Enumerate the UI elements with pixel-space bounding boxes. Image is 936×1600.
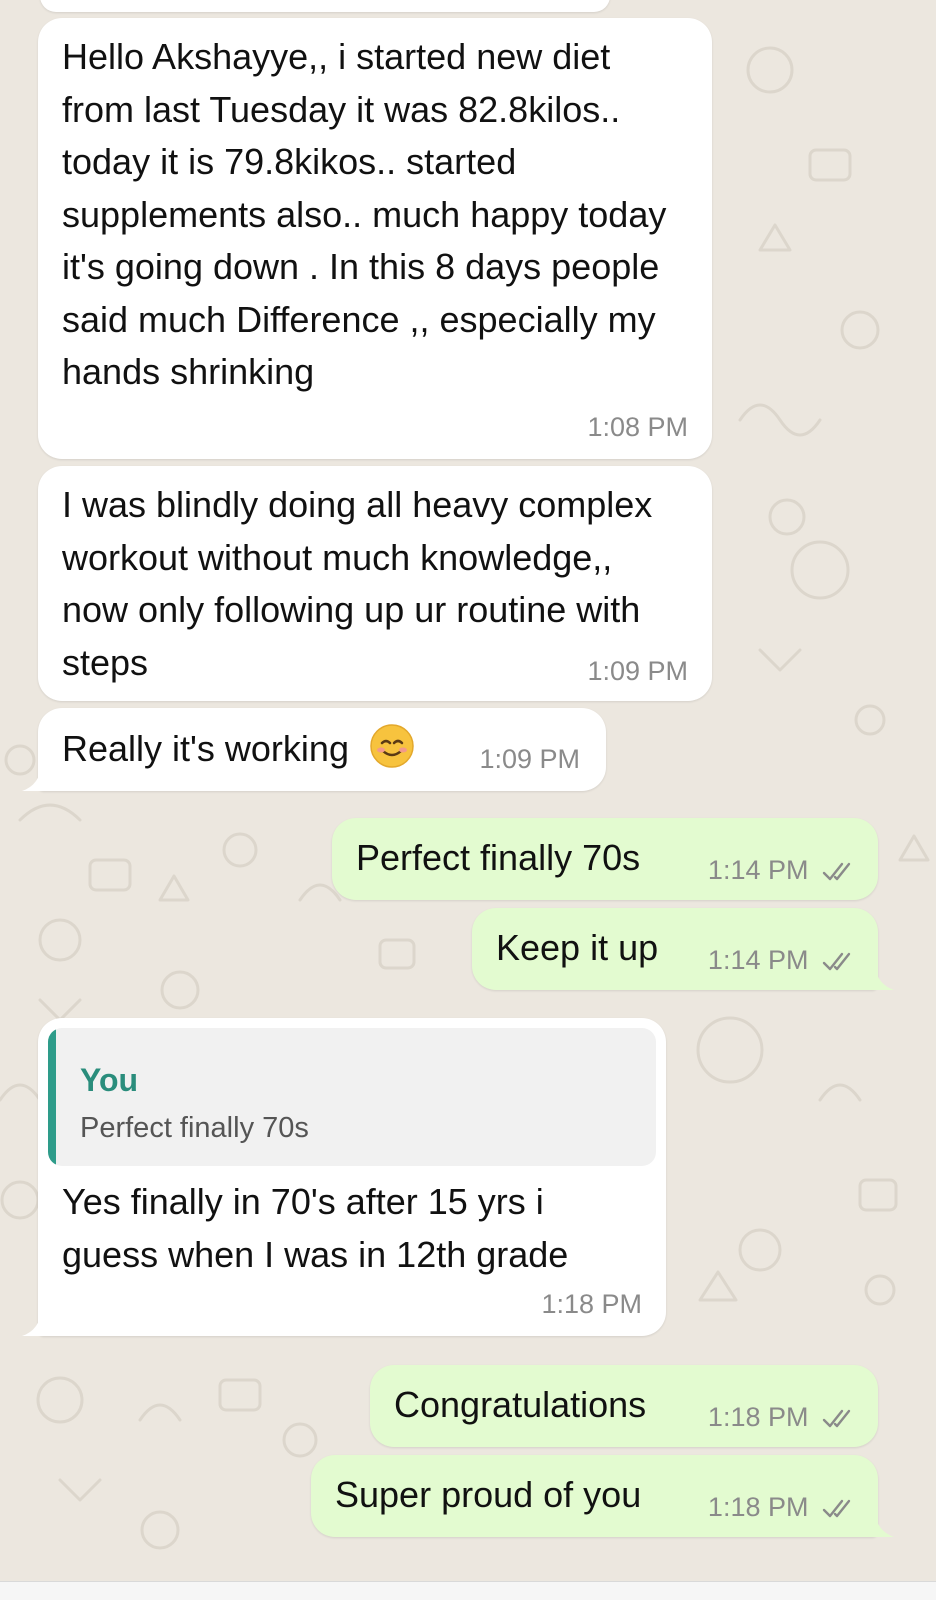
message-meta: 1:18 PM [708, 1402, 856, 1433]
message-time: 1:08 PM [587, 412, 688, 442]
message-time: 1:09 PM [479, 744, 580, 774]
quote-author: You [80, 1062, 139, 1098]
bubble-tail [22, 763, 50, 791]
outgoing-message-bubble[interactable]: Keep it up 1:14 PM [472, 908, 894, 990]
read-ticks-icon [822, 862, 851, 881]
message-text: Hello Akshayye,, i started new diet from… [62, 36, 667, 392]
message-time: 1:09 PM [587, 656, 688, 686]
bubble-tail [22, 1308, 50, 1336]
incoming-message-bubble[interactable]: Hello Akshayye,, i started new diet from… [38, 18, 712, 459]
message-meta: 1:14 PM [708, 855, 856, 886]
message-text: I was blindly doing all heavy complex wo… [62, 484, 653, 683]
incoming-message-bubble[interactable]: I was blindly doing all heavy complex wo… [38, 466, 712, 701]
incoming-message-bubble[interactable]: Really it's working 1:09 PM [22, 708, 606, 791]
message-meta: 1:18 PM [708, 1492, 856, 1523]
message-text: Super proud of you [335, 1474, 642, 1515]
message-time: 1:18 PM [707, 1402, 809, 1432]
quote-text: Perfect finally 70s [80, 1112, 309, 1144]
incoming-reply-bubble[interactable]: You Perfect finally 70s Yes finally in 7… [22, 1018, 666, 1336]
bubble-tail [866, 1509, 894, 1537]
message-text: Congratulations [394, 1384, 647, 1425]
message-text: Really it's working [62, 723, 462, 784]
read-ticks-icon [822, 1499, 851, 1518]
message-time: 1:14 PM [707, 855, 809, 885]
quote-accent-bar [48, 1028, 56, 1166]
outgoing-message-bubble[interactable]: Perfect finally 70s 1:14 PM [332, 818, 878, 900]
read-ticks-icon [822, 1409, 851, 1428]
message-text: Perfect finally 70s [356, 837, 641, 878]
read-ticks-icon [822, 952, 851, 971]
smiling-face-icon [369, 723, 415, 784]
message-text-content: Really it's working [62, 728, 349, 769]
message-time: 1:18 PM [541, 1289, 642, 1319]
message-time: 1:18 PM [707, 1492, 809, 1522]
outgoing-message-bubble[interactable]: Super proud of you 1:18 PM [311, 1455, 894, 1537]
message-meta: 1:14 PM [708, 945, 856, 976]
message-text: Keep it up [496, 927, 659, 968]
input-bar-edge [0, 1581, 936, 1600]
quoted-message[interactable]: You Perfect finally 70s [48, 1028, 656, 1166]
message-time: 1:14 PM [707, 945, 809, 975]
bubble-tail [866, 962, 894, 990]
outgoing-message-bubble[interactable]: Congratulations 1:18 PM [370, 1365, 878, 1447]
message-text: Yes finally in 70's after 15 yrs i guess… [62, 1181, 569, 1275]
previous-message-edge [40, 0, 610, 12]
